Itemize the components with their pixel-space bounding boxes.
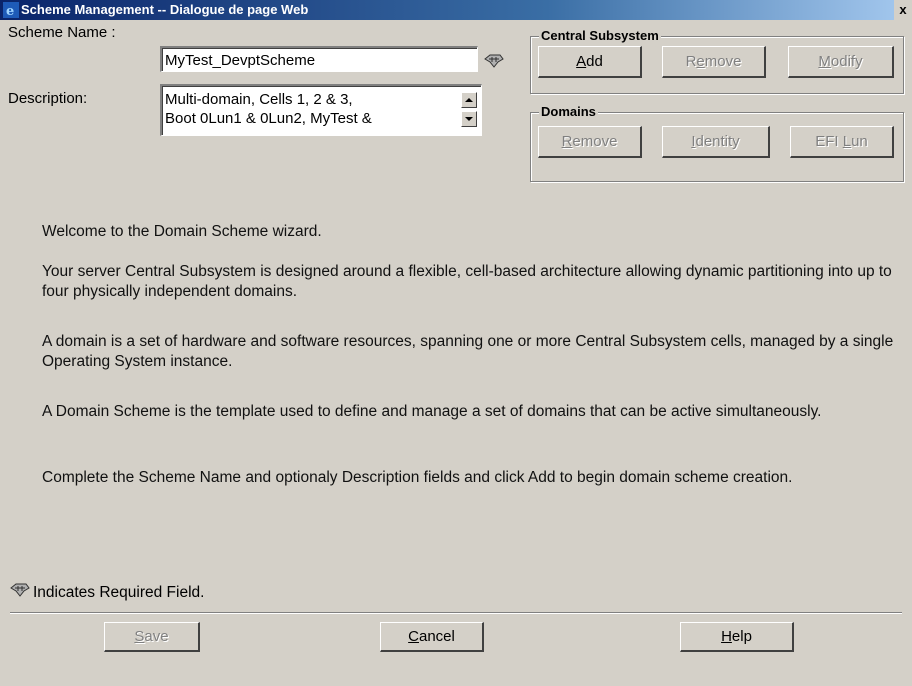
help-button[interactable]: Help (680, 622, 794, 652)
cs-add-button[interactable]: Add (538, 46, 642, 78)
close-button[interactable]: x (894, 0, 912, 20)
scroll-down-arrow[interactable] (461, 111, 477, 127)
ie-icon: e (3, 2, 19, 19)
domains-identity-button[interactable]: Identity (662, 126, 770, 158)
required-field-icon (484, 53, 504, 69)
domains-efi-lun-button[interactable]: EFI Lun (790, 126, 894, 158)
cs-modify-button[interactable]: Modify (788, 46, 894, 78)
welcome-paragraph-3: A domain is a set of hardware and softwa… (42, 333, 894, 370)
cancel-button[interactable]: Cancel (380, 622, 484, 652)
save-button[interactable]: Save (104, 622, 200, 652)
scheme-name-value: MyTest_DevptScheme (165, 52, 316, 69)
description-line-1: Multi-domain, Cells 1, 2 & 3, (165, 91, 353, 108)
welcome-paragraph-5: Complete the Scheme Name and optionaly D… (42, 469, 793, 486)
dialog-content: Scheme Name : MyTest_DevptScheme Descrip… (0, 20, 912, 686)
welcome-paragraph-4: A Domain Scheme is the template used to … (42, 403, 822, 420)
scheme-name-label: Scheme Name : (8, 24, 116, 41)
domains-remove-button[interactable]: Remove (538, 126, 642, 158)
description-field[interactable]: Multi-domain, Cells 1, 2 & 3, Boot 0Lun1… (160, 84, 482, 136)
domains-label: Domains (539, 104, 598, 120)
welcome-paragraph-2: Your server Central Subsystem is designe… (42, 263, 892, 300)
window-title: Scheme Management -- Dialogue de page We… (21, 2, 309, 17)
central-subsystem-label: Central Subsystem (539, 28, 661, 44)
welcome-paragraph-1: Welcome to the Domain Scheme wizard. (42, 223, 322, 240)
footer-separator (10, 612, 902, 614)
cs-remove-button[interactable]: Remove (662, 46, 766, 78)
description-line-2: Boot 0Lun1 & 0Lun2, MyTest & (165, 110, 372, 127)
description-label: Description: (8, 90, 88, 107)
svg-text:e: e (6, 4, 14, 18)
required-note-text: Indicates Required Field. (33, 584, 205, 601)
required-note-icon (10, 582, 30, 598)
title-bar: e Scheme Management -- Dialogue de page … (0, 0, 912, 20)
scroll-up-arrow[interactable] (461, 92, 477, 108)
